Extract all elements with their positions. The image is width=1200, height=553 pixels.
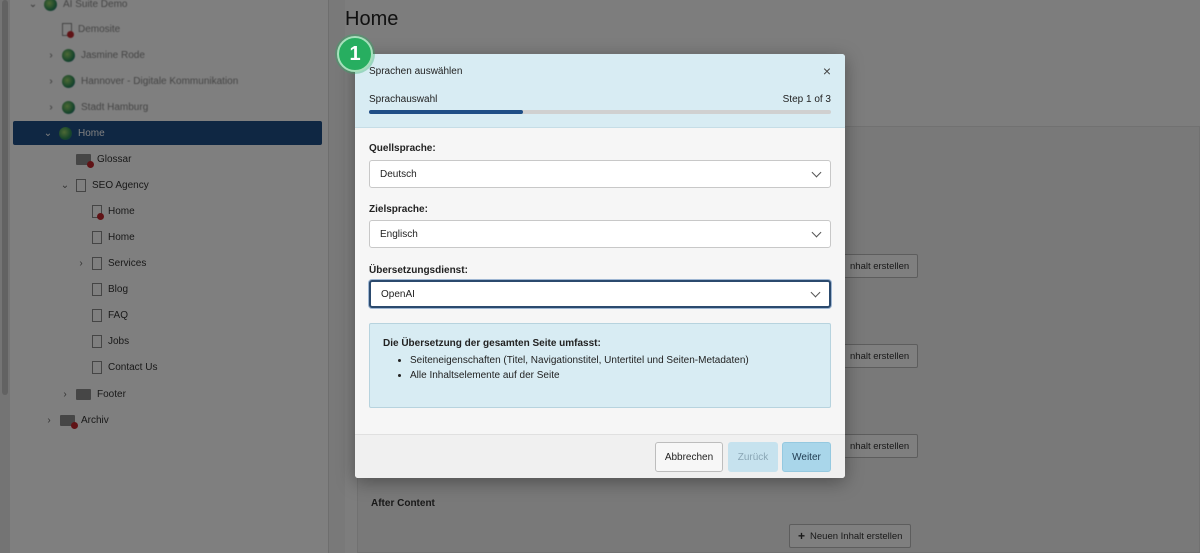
translation-service-value: OpenAI (381, 288, 415, 300)
step-name: Sprachauswahl (369, 94, 438, 105)
target-language-select[interactable]: Englisch (369, 220, 831, 248)
back-button[interactable]: Zurück (728, 442, 778, 472)
info-list-item: Seiteneigenschaften (Titel, Navigationst… (410, 353, 817, 368)
target-language-label: Zielsprache: (369, 204, 428, 215)
target-language-value: Englisch (380, 228, 418, 240)
info-list-item: Alle Inhaltselemente auf der Seite (410, 368, 817, 383)
translation-service-label: Übersetzungsdienst: (369, 265, 468, 276)
next-button[interactable]: Weiter (782, 442, 831, 472)
info-list: Seiteneigenschaften (Titel, Navigationst… (383, 353, 817, 383)
source-language-select[interactable]: Deutsch (369, 160, 831, 188)
progress-fill (369, 110, 523, 114)
source-language-label: Quellsprache: (369, 143, 436, 154)
translation-service-select[interactable]: OpenAI (369, 280, 831, 308)
modal-title: Sprachen auswählen (369, 66, 463, 77)
chevron-down-icon (811, 227, 822, 237)
info-box: Die Übersetzung der gesamten Seite umfas… (369, 323, 831, 408)
cancel-button[interactable]: Abbrechen (655, 442, 723, 472)
step-count: Step 1 of 3 (782, 94, 831, 105)
modal-footer: Abbrechen Zurück Weiter (355, 434, 845, 478)
chevron-down-icon (811, 167, 822, 177)
close-icon[interactable]: × (823, 63, 831, 79)
info-title: Die Übersetzung der gesamten Seite umfas… (383, 338, 601, 349)
chevron-down-icon (810, 287, 821, 297)
step-number-badge: 1 (337, 36, 373, 72)
progress-bar (369, 110, 831, 114)
translation-modal: Sprachen auswählen × Sprachauswahl Step … (355, 54, 845, 478)
modal-header: Sprachen auswählen × Sprachauswahl Step … (355, 54, 845, 128)
source-language-value: Deutsch (380, 168, 417, 180)
